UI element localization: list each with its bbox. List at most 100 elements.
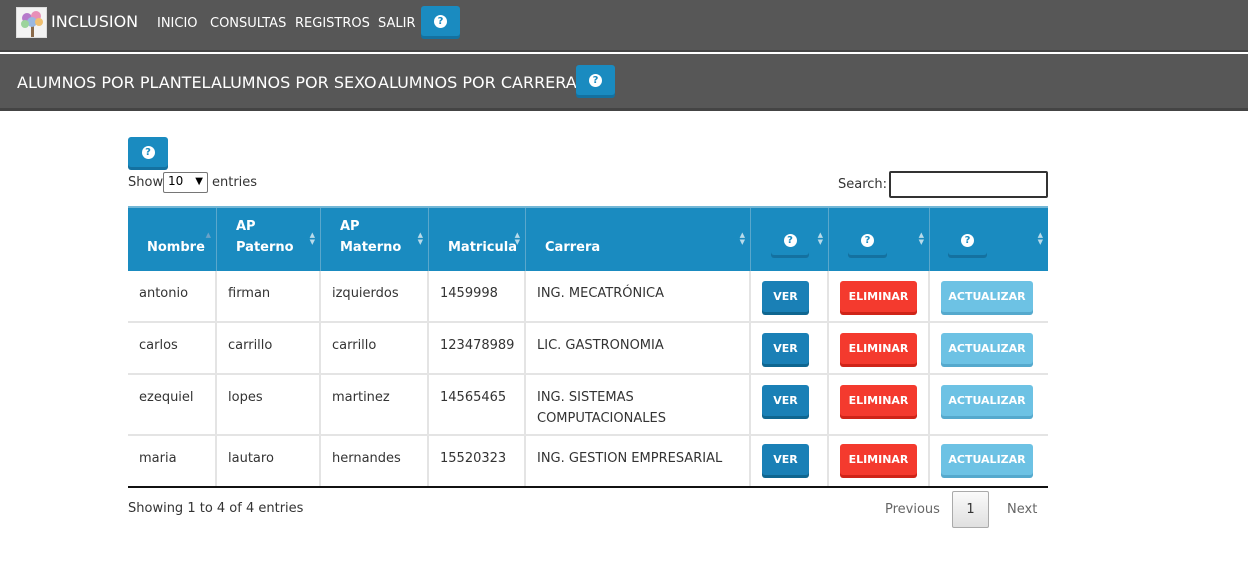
cell-value: antonio bbox=[139, 286, 189, 301]
cell-ap-paterno: lopes bbox=[217, 375, 321, 434]
ver-button[interactable]: VER bbox=[762, 333, 809, 364]
sort-asc-icon: ▲ ▼ bbox=[205, 231, 211, 246]
cell-matricula: 1459998 bbox=[429, 271, 526, 321]
table-row: carlos carrillo carrillo 123478989 LIC. … bbox=[128, 323, 1048, 375]
cell-matricula: 14565465 bbox=[429, 375, 526, 434]
actualizar-button[interactable]: ACTUALIZAR bbox=[941, 385, 1033, 416]
eliminar-button[interactable]: ELIMINAR bbox=[840, 281, 917, 312]
column-header-matricula[interactable]: Matricula ▲ ▼ bbox=[429, 208, 526, 271]
cell-carrera: LIC. GASTRONOMIA bbox=[526, 323, 751, 373]
nav-help-button[interactable]: ? bbox=[421, 6, 460, 36]
pagination-page-1[interactable]: 1 bbox=[952, 491, 989, 528]
nav-registros[interactable]: REGISTROS bbox=[295, 16, 370, 31]
cell-value: ING. SISTEMAS bbox=[537, 390, 634, 405]
cell-ap-paterno: firman bbox=[217, 271, 321, 321]
cell-actualizar: ACTUALIZAR bbox=[930, 323, 1048, 373]
cell-value: maria bbox=[139, 451, 177, 466]
cell-value: firman bbox=[228, 286, 271, 301]
ver-button[interactable]: VER bbox=[762, 281, 809, 312]
column-header-ver[interactable]: ? ▲ ▼ bbox=[751, 208, 829, 271]
question-icon: ? bbox=[961, 234, 974, 247]
column-help-button[interactable]: ? bbox=[848, 226, 887, 255]
subnav-alumnos-por-carrera[interactable]: ALUMNOS POR CARRERA bbox=[378, 73, 577, 92]
cell-value: lautaro bbox=[228, 451, 274, 466]
cell-ap-materno: hernandes bbox=[321, 436, 429, 486]
table-help-button[interactable]: ? bbox=[128, 137, 168, 167]
cell-ver: VER bbox=[751, 271, 829, 321]
column-header-eliminar[interactable]: ? ▲ ▼ bbox=[829, 208, 930, 271]
sort-icon: ▲ ▼ bbox=[514, 231, 520, 246]
ver-button[interactable]: VER bbox=[762, 385, 809, 416]
eliminar-button[interactable]: ELIMINAR bbox=[840, 333, 917, 364]
table-row: antonio firman izquierdos 1459998 ING. M… bbox=[128, 271, 1048, 323]
pagination-previous[interactable]: Previous bbox=[885, 502, 940, 517]
question-icon: ? bbox=[141, 145, 155, 159]
eliminar-button[interactable]: ELIMINAR bbox=[840, 385, 917, 416]
column-help-button[interactable]: ? bbox=[771, 226, 809, 255]
subnav-alumnos-por-plantel[interactable]: ALUMNOS POR PLANTEL bbox=[17, 73, 210, 92]
cell-value: carlos bbox=[139, 338, 178, 353]
logo[interactable] bbox=[16, 7, 47, 38]
entries-label: entries bbox=[212, 175, 258, 190]
entries-select[interactable]: 10 ▼ bbox=[163, 172, 208, 193]
nav-consultas[interactable]: CONSULTAS bbox=[210, 16, 286, 31]
column-header-ap-materno[interactable]: AP Materno ▲ ▼ bbox=[321, 208, 429, 271]
question-icon: ? bbox=[434, 14, 447, 28]
cell-carrera: ING. SISTEMAS COMPUTACIONALES bbox=[526, 375, 751, 434]
table-info: Showing 1 to 4 of 4 entries bbox=[128, 501, 304, 516]
cell-value: carrillo bbox=[228, 338, 273, 353]
actualizar-button[interactable]: ACTUALIZAR bbox=[941, 333, 1033, 364]
cell-ap-materno: carrillo bbox=[321, 323, 429, 373]
sort-icon: ▲ ▼ bbox=[918, 231, 924, 246]
cell-value: LIC. GASTRONOMIA bbox=[537, 338, 664, 353]
cell-nombre: antonio bbox=[128, 271, 217, 321]
tree-logo-icon bbox=[21, 11, 43, 37]
search-label: Search: bbox=[838, 177, 888, 192]
nav-inicio[interactable]: INICIO bbox=[157, 16, 198, 31]
column-header-label: AP bbox=[340, 219, 360, 234]
show-label: Show bbox=[128, 175, 164, 190]
column-header-label: AP bbox=[236, 219, 256, 234]
cell-nombre: ezequiel bbox=[128, 375, 217, 434]
cell-eliminar: ELIMINAR bbox=[829, 271, 930, 321]
cell-ap-paterno: carrillo bbox=[217, 323, 321, 373]
sort-icon: ▲ ▼ bbox=[739, 231, 745, 246]
column-header-label: Carrera bbox=[545, 240, 601, 255]
subnav-help-button[interactable]: ? bbox=[576, 65, 615, 95]
app-title[interactable]: INCLUSION bbox=[51, 12, 138, 31]
cell-value: 14565465 bbox=[440, 390, 507, 405]
ver-button[interactable]: VER bbox=[762, 444, 809, 475]
actualizar-button[interactable]: ACTUALIZAR bbox=[941, 444, 1033, 475]
table-bottom-border bbox=[128, 486, 1048, 488]
cell-carrera: ING. MECATRÓNICA bbox=[526, 271, 751, 321]
column-header-nombre[interactable]: Nombre ▲ ▼ bbox=[128, 208, 217, 271]
pagination-next[interactable]: Next bbox=[1007, 502, 1037, 517]
cell-carrera: ING. GESTION EMPRESARIAL bbox=[526, 436, 751, 486]
cell-ver: VER bbox=[751, 323, 829, 373]
column-header-carrera[interactable]: Carrera ▲ ▼ bbox=[526, 208, 751, 271]
cell-actualizar: ACTUALIZAR bbox=[930, 436, 1048, 486]
nav-salir[interactable]: SALIR bbox=[378, 16, 416, 31]
cell-ver: VER bbox=[751, 375, 829, 434]
column-header-actualizar[interactable]: ? ▲ ▼ bbox=[930, 208, 1048, 271]
cell-matricula: 123478989 bbox=[429, 323, 526, 373]
column-help-button[interactable]: ? bbox=[948, 226, 987, 255]
cell-value: ING. GESTION EMPRESARIAL bbox=[537, 451, 723, 466]
sort-icon: ▲ ▼ bbox=[817, 231, 823, 246]
subnav-alumnos-por-sexo[interactable]: ALUMNOS POR SEXO bbox=[211, 73, 377, 92]
search-input[interactable] bbox=[889, 171, 1048, 198]
column-header-ap-paterno[interactable]: AP Paterno ▲ ▼ bbox=[217, 208, 321, 271]
sort-icon: ▲ ▼ bbox=[417, 231, 423, 246]
cell-value: ING. MECATRÓNICA bbox=[537, 286, 665, 301]
table-row: ezequiel lopes martinez 14565465 ING. SI… bbox=[128, 375, 1048, 436]
cell-value: hernandes bbox=[332, 451, 401, 466]
actualizar-button[interactable]: ACTUALIZAR bbox=[941, 281, 1033, 312]
cell-value: 15520323 bbox=[440, 451, 507, 466]
cell-actualizar: ACTUALIZAR bbox=[930, 375, 1048, 434]
column-header-label: Matricula bbox=[448, 240, 517, 255]
eliminar-button[interactable]: ELIMINAR bbox=[840, 444, 917, 475]
cell-actualizar: ACTUALIZAR bbox=[930, 271, 1048, 321]
cell-ap-paterno: lautaro bbox=[217, 436, 321, 486]
cell-value: martinez bbox=[332, 390, 390, 405]
column-header-label: Materno bbox=[340, 240, 402, 255]
